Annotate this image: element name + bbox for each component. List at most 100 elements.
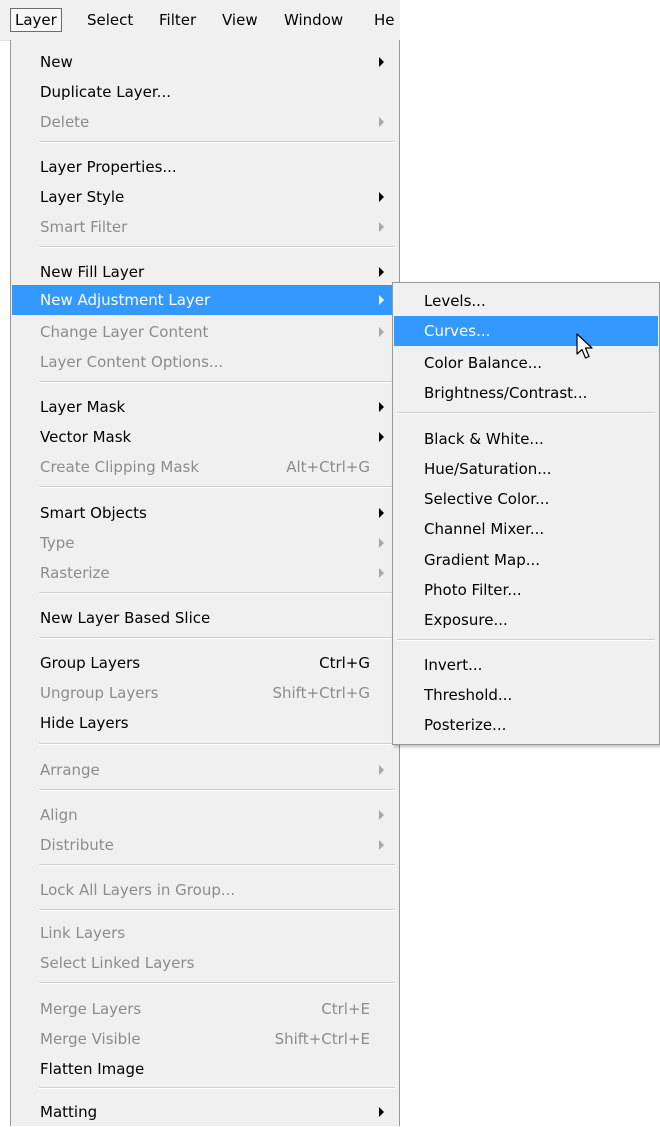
submenu-item-exposure[interactable]: Exposure... xyxy=(394,605,658,635)
menu-item-label: Arrange xyxy=(40,761,100,779)
submenu-item-label: Posterize... xyxy=(424,716,507,734)
adjustment-layer-submenu: Levels... Curves... Color Balance... Bri… xyxy=(392,282,660,745)
menu-item-ungroup-layers[interactable]: Ungroup Layers Shift+Ctrl+G xyxy=(12,678,398,708)
menubar-select[interactable]: Select xyxy=(83,8,137,32)
menu-item-group-layers[interactable]: Group Layers Ctrl+G xyxy=(12,648,398,678)
menu-item-merge-layers[interactable]: Merge Layers Ctrl+E xyxy=(12,994,398,1024)
menubar-view[interactable]: View xyxy=(218,8,262,32)
submenu-item-posterize[interactable]: Posterize... xyxy=(394,710,658,740)
menu-item-change-layer-content[interactable]: Change Layer Content xyxy=(12,317,398,347)
menu-item-create-clipping-mask[interactable]: Create Clipping Mask Alt+Ctrl+G xyxy=(12,452,398,482)
submenu-item-threshold[interactable]: Threshold... xyxy=(394,680,658,710)
submenu-item-brightness-contrast[interactable]: Brightness/Contrast... xyxy=(394,378,658,408)
submenu-item-selective-color[interactable]: Selective Color... xyxy=(394,484,658,514)
menu-item-layer-content-options[interactable]: Layer Content Options... xyxy=(12,347,398,377)
submenu-arrow-icon xyxy=(379,117,384,127)
submenu-item-label: Black & White... xyxy=(424,430,544,448)
menu-item-layer-mask[interactable]: Layer Mask xyxy=(12,392,398,422)
submenu-item-hue-saturation[interactable]: Hue/Saturation... xyxy=(394,454,658,484)
menu-item-hide-layers[interactable]: Hide Layers xyxy=(12,708,398,738)
menu-separator xyxy=(39,141,395,143)
menu-item-arrange[interactable]: Arrange xyxy=(12,755,398,785)
submenu-arrow-icon xyxy=(379,568,384,578)
menu-item-lock-all-layers[interactable]: Lock All Layers in Group... xyxy=(12,875,398,905)
submenu-arrow-icon xyxy=(379,810,384,820)
menu-item-align[interactable]: Align xyxy=(12,800,398,830)
menu-item-matting[interactable]: Matting xyxy=(12,1097,398,1127)
menu-item-merge-visible[interactable]: Merge Visible Shift+Ctrl+E xyxy=(12,1024,398,1054)
menubar-layer[interactable]: Layer xyxy=(10,8,62,32)
menu-item-new[interactable]: New xyxy=(12,47,398,77)
menu-item-label: Select Linked Layers xyxy=(40,954,195,972)
menu-item-label: Layer Mask xyxy=(40,398,126,416)
menu-item-label: Merge Visible xyxy=(40,1030,141,1048)
menu-item-rasterize[interactable]: Rasterize xyxy=(12,558,398,588)
menu-item-label: Flatten Image xyxy=(40,1060,145,1078)
menu-item-label: Distribute xyxy=(40,836,114,854)
menu-item-label: Align xyxy=(40,806,78,824)
menu-separator xyxy=(39,789,395,791)
submenu-item-label: Selective Color... xyxy=(424,490,550,508)
submenu-item-label: Color Balance... xyxy=(424,354,543,372)
menubar-window[interactable]: Window xyxy=(280,8,347,32)
submenu-item-label: Threshold... xyxy=(424,686,513,704)
submenu-item-curves[interactable]: Curves... xyxy=(394,316,658,346)
submenu-item-label: Exposure... xyxy=(424,611,508,629)
menu-item-label: Layer Style xyxy=(40,188,125,206)
menu-item-delete[interactable]: Delete xyxy=(12,107,398,137)
submenu-item-levels[interactable]: Levels... xyxy=(394,286,658,316)
menu-separator xyxy=(39,592,395,594)
shortcut-label: Alt+Ctrl+G xyxy=(286,458,370,476)
submenu-item-label: Levels... xyxy=(424,292,486,310)
submenu-item-photo-filter[interactable]: Photo Filter... xyxy=(394,575,658,605)
submenu-item-invert[interactable]: Invert... xyxy=(394,650,658,680)
submenu-item-label: Invert... xyxy=(424,656,483,674)
menu-item-type[interactable]: Type xyxy=(12,528,398,558)
menu-separator xyxy=(39,982,395,984)
submenu-arrow-icon xyxy=(379,432,384,442)
layer-menu: New Duplicate Layer... Delete Layer Prop… xyxy=(10,40,400,1126)
shortcut-label: Ctrl+G xyxy=(319,654,370,672)
menu-item-duplicate-layer[interactable]: Duplicate Layer... xyxy=(12,77,398,107)
menu-item-select-linked-layers[interactable]: Select Linked Layers xyxy=(12,948,398,978)
menu-item-label: Layer Content Options... xyxy=(40,353,224,371)
menu-item-layer-style[interactable]: Layer Style xyxy=(12,182,398,212)
menu-item-new-layer-based-slice[interactable]: New Layer Based Slice xyxy=(12,603,398,633)
menubar-help[interactable]: He xyxy=(370,8,400,32)
submenu-item-black-white[interactable]: Black & White... xyxy=(394,424,658,454)
menu-item-new-adjustment-layer[interactable]: New Adjustment Layer xyxy=(12,285,398,315)
submenu-item-label: Brightness/Contrast... xyxy=(424,384,588,402)
submenu-item-label: Hue/Saturation... xyxy=(424,460,552,478)
menu-item-link-layers[interactable]: Link Layers xyxy=(12,918,398,948)
menu-item-layer-properties[interactable]: Layer Properties... xyxy=(12,152,398,182)
submenu-item-channel-mixer[interactable]: Channel Mixer... xyxy=(394,514,658,544)
menu-item-label: Layer Properties... xyxy=(40,158,177,176)
menu-separator xyxy=(39,486,395,488)
submenu-arrow-icon xyxy=(379,192,384,202)
menu-item-vector-mask[interactable]: Vector Mask xyxy=(12,422,398,452)
menu-item-label: Create Clipping Mask xyxy=(40,458,200,476)
submenu-item-color-balance[interactable]: Color Balance... xyxy=(394,348,658,378)
menu-item-label: Delete xyxy=(40,113,90,131)
submenu-arrow-icon xyxy=(379,538,384,548)
menu-item-label: Ungroup Layers xyxy=(40,684,159,702)
menu-item-label: New xyxy=(40,53,73,71)
submenu-item-label: Photo Filter... xyxy=(424,581,522,599)
menu-separator xyxy=(39,246,395,248)
menubar-filter[interactable]: Filter xyxy=(155,8,200,32)
submenu-arrow-icon xyxy=(379,1107,384,1117)
mouse-pointer-icon xyxy=(576,333,593,359)
menu-item-distribute[interactable]: Distribute xyxy=(12,830,398,860)
menu-item-smart-filter[interactable]: Smart Filter xyxy=(12,212,398,242)
menu-item-smart-objects[interactable]: Smart Objects xyxy=(12,498,398,528)
shortcut-label: Shift+Ctrl+G xyxy=(272,684,370,702)
submenu-arrow-icon xyxy=(379,840,384,850)
menu-item-label: Rasterize xyxy=(40,564,110,582)
submenu-arrow-icon xyxy=(379,222,384,232)
menu-item-flatten-image[interactable]: Flatten Image xyxy=(12,1054,398,1084)
menu-item-new-fill-layer[interactable]: New Fill Layer xyxy=(12,257,398,287)
submenu-item-gradient-map[interactable]: Gradient Map... xyxy=(394,545,658,575)
menu-item-label: Smart Filter xyxy=(40,218,128,236)
menu-item-label: Smart Objects xyxy=(40,504,147,522)
submenu-arrow-icon xyxy=(379,402,384,412)
